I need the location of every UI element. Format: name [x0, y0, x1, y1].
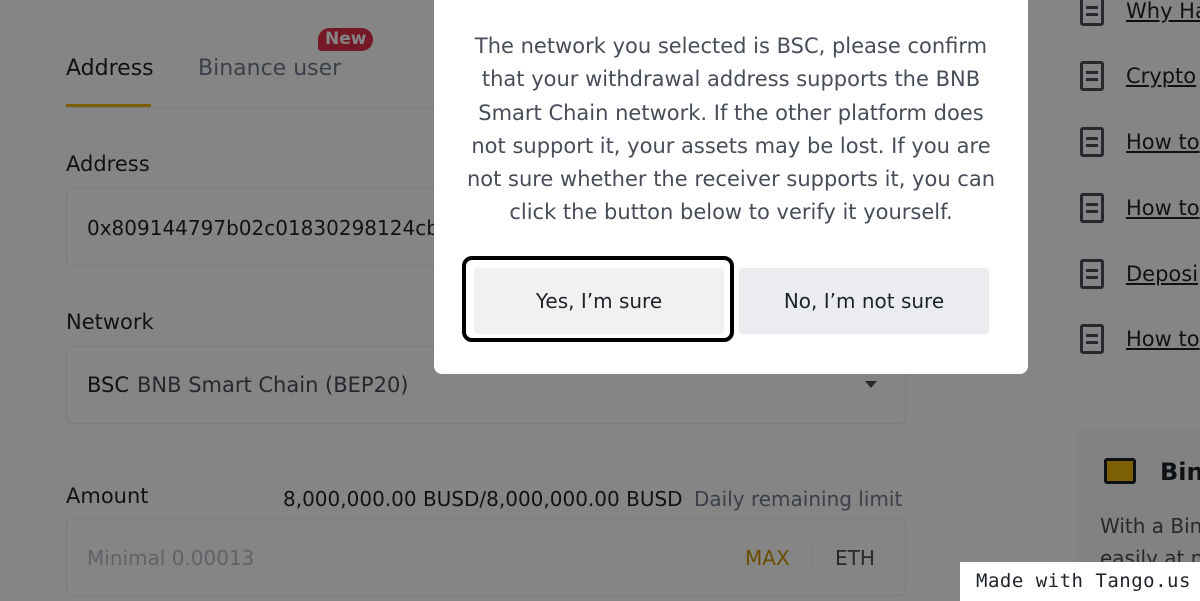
network-confirm-dialog: The network you selected is BSC, please … — [434, 0, 1028, 374]
tango-watermark: Made with Tango.us — [960, 562, 1200, 601]
no-im-not-sure-button[interactable]: No, I’m not sure — [739, 268, 989, 334]
yes-im-sure-button[interactable]: Yes, I’m sure — [474, 268, 724, 334]
dialog-message: The network you selected is BSC, please … — [466, 34, 996, 225]
